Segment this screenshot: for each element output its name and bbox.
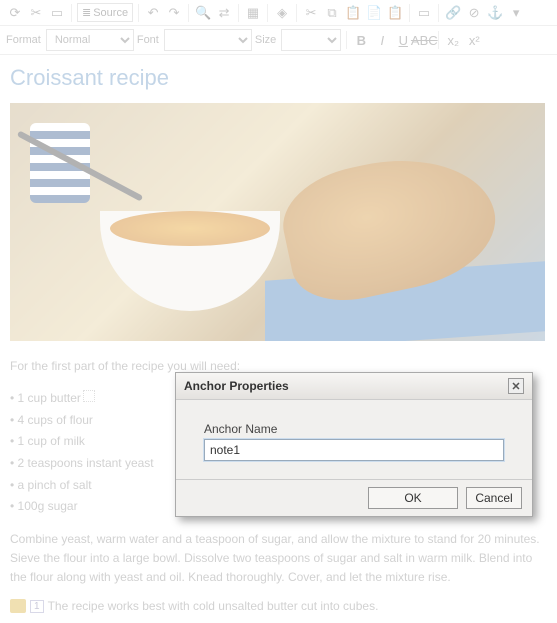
ok-button[interactable]: OK bbox=[368, 487, 458, 509]
italic-icon[interactable]: I bbox=[373, 31, 391, 49]
eraser-icon[interactable]: ◈ bbox=[273, 4, 291, 22]
dialog-titlebar[interactable]: Anchor Properties ✕ bbox=[176, 373, 532, 400]
toolbar-row-2: Format Normal Font Size B I U ABC x₂ x² bbox=[0, 26, 557, 55]
anchor-flag-icon bbox=[10, 599, 26, 613]
anchor-marker bbox=[83, 390, 95, 402]
separator bbox=[188, 4, 189, 22]
source-icon: ≣ bbox=[82, 6, 91, 19]
separator bbox=[296, 4, 297, 22]
selectall-icon[interactable]: ▦ bbox=[244, 4, 262, 22]
copy-icon[interactable]: ⧉ bbox=[323, 4, 341, 22]
separator bbox=[438, 4, 439, 22]
dialog-title-text: Anchor Properties bbox=[184, 379, 289, 393]
size-label: Size bbox=[255, 34, 276, 46]
anchor-name-label: Anchor Name bbox=[204, 422, 504, 436]
toolbar-row-1: ⟳ ✂ ▭ ≣Source ↶ ↷ 🔍 ⇄ ▦ ◈ ✂ ⧉ 📋 📄 📋 ▭ 🔗 … bbox=[0, 0, 557, 26]
paste-icon[interactable]: 📋 bbox=[344, 4, 362, 22]
dialog-body: Anchor Name bbox=[176, 400, 532, 479]
jam-graphic bbox=[110, 211, 270, 246]
chevron-down-icon[interactable]: ▾ bbox=[507, 4, 525, 22]
separator bbox=[346, 31, 347, 49]
superscript-icon[interactable]: x² bbox=[465, 31, 483, 49]
refresh-icon[interactable]: ⟳ bbox=[6, 4, 24, 22]
font-select[interactable] bbox=[164, 29, 252, 51]
anchor-name-input[interactable] bbox=[204, 439, 504, 461]
format-label: Format bbox=[6, 34, 41, 46]
redo-icon[interactable]: ↷ bbox=[165, 4, 183, 22]
strikethrough-icon[interactable]: ABC bbox=[415, 31, 433, 49]
page-icon[interactable]: ▭ bbox=[48, 4, 66, 22]
bold-icon[interactable]: B bbox=[352, 31, 370, 49]
link-icon[interactable]: 🔗 bbox=[444, 4, 462, 22]
separator bbox=[409, 4, 410, 22]
find-icon[interactable]: 🔍 bbox=[194, 4, 212, 22]
separator bbox=[267, 4, 268, 22]
font-label: Font bbox=[137, 34, 159, 46]
replace-icon[interactable]: ⇄ bbox=[215, 4, 233, 22]
undo-icon[interactable]: ↶ bbox=[144, 4, 162, 22]
source-button[interactable]: ≣Source bbox=[77, 3, 133, 22]
close-icon[interactable]: ✕ bbox=[508, 378, 524, 394]
dialog-footer: OK Cancel bbox=[176, 479, 532, 516]
format-select[interactable]: Normal bbox=[46, 29, 134, 51]
scissors-icon[interactable]: ✂ bbox=[302, 4, 320, 22]
separator bbox=[438, 31, 439, 49]
anchor-icon[interactable]: ⚓ bbox=[486, 4, 504, 22]
cancel-button[interactable]: Cancel bbox=[466, 487, 522, 509]
cut-tool-icon[interactable]: ✂ bbox=[27, 4, 45, 22]
footnote: 1 The recipe works best with cold unsalt… bbox=[10, 599, 547, 613]
footnote-number: 1 bbox=[30, 600, 44, 613]
separator bbox=[238, 4, 239, 22]
editor-content[interactable]: Croissant recipe For the first part of t… bbox=[0, 55, 557, 623]
unlink-icon[interactable]: ⊘ bbox=[465, 4, 483, 22]
anchor-properties-dialog: Anchor Properties ✕ Anchor Name OK Cance… bbox=[175, 372, 533, 517]
body-text: Combine yeast, warm water and a teaspoon… bbox=[10, 530, 547, 588]
paste-word-icon[interactable]: 📋 bbox=[386, 4, 404, 22]
subscript-icon[interactable]: x₂ bbox=[444, 31, 462, 49]
source-label: Source bbox=[93, 7, 128, 19]
image-icon[interactable]: ▭ bbox=[415, 4, 433, 22]
paste-text-icon[interactable]: 📄 bbox=[365, 4, 383, 22]
page-title: Croissant recipe bbox=[10, 65, 547, 91]
footnote-text: The recipe works best with cold unsalted… bbox=[48, 599, 379, 613]
hero-image bbox=[10, 103, 545, 341]
separator bbox=[71, 4, 72, 22]
separator bbox=[138, 4, 139, 22]
size-select[interactable] bbox=[281, 29, 341, 51]
underline-icon[interactable]: U bbox=[394, 31, 412, 49]
